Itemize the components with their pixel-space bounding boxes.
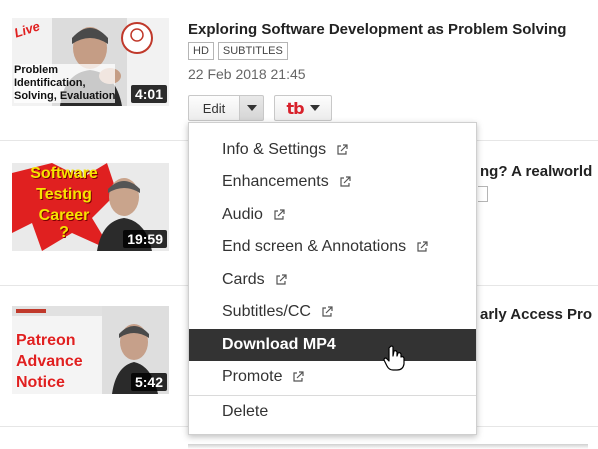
tubebuddy-button[interactable]: tb	[274, 95, 332, 121]
video-thumbnail-3[interactable]: Patreon Advance Notice 5:42	[12, 306, 169, 394]
duration-badge: 5:42	[130, 373, 167, 391]
menu-item-promote[interactable]: Promote	[189, 361, 476, 393]
video-thumbnail-1[interactable]: Live Problem Identification, Solving, Ev…	[12, 18, 169, 106]
duration-badge: 4:01	[130, 85, 167, 103]
menu-item-audio[interactable]: Audio	[189, 199, 476, 231]
subtitles-badge: SUBTITLES	[217, 42, 288, 60]
thumbnail-1-caption: Problem Identification, Solving, Evaluat…	[14, 64, 116, 103]
hd-badge: HD	[188, 42, 214, 60]
caption-line: Notice	[16, 374, 65, 391]
video-title-partial[interactable]: arly Access Pro	[480, 306, 592, 323]
external-link-icon	[276, 274, 287, 285]
menu-item-label: Audio	[222, 206, 263, 223]
thumbnail-3-caption: Patreon Advance Notice	[16, 330, 83, 393]
external-link-icon	[417, 241, 428, 252]
menu-item-info-settings[interactable]: Info & Settings	[189, 134, 476, 166]
caption-line: Advance	[16, 353, 83, 370]
chevron-down-icon	[309, 105, 320, 111]
edit-button[interactable]: Edit	[188, 95, 240, 121]
caption-line: Solving, Evaluation	[14, 90, 116, 102]
duration-badge: 19:59	[123, 230, 167, 248]
menu-item-cards[interactable]: Cards	[189, 264, 476, 296]
video-row-4-partial	[188, 444, 588, 449]
menu-item-label: Delete	[222, 403, 269, 420]
external-link-icon	[322, 306, 333, 317]
edit-dropdown-menu: Info & Settings Enhancements Audio End s…	[188, 122, 477, 435]
external-link-icon	[340, 176, 351, 187]
caption-line: Testing	[36, 186, 92, 203]
menu-item-label: Subtitles/CC	[222, 303, 311, 320]
caption-line: ?	[59, 224, 69, 241]
tubebuddy-logo-icon: tb	[286, 98, 304, 118]
edit-dropdown-button[interactable]	[240, 95, 264, 121]
hand-pointer-icon	[383, 345, 405, 371]
caption-line: Problem	[14, 64, 59, 76]
video-thumbnail-2[interactable]: Software Testing Career ? 19:59	[12, 163, 169, 251]
chevron-down-icon	[246, 105, 257, 111]
badge-fragment	[478, 186, 488, 202]
caption-line: Software	[30, 165, 98, 182]
menu-item-label: Cards	[222, 271, 265, 288]
video-date: 22 Feb 2018 21:45	[188, 66, 306, 82]
caption-line: Career	[38, 207, 90, 224]
external-link-icon	[337, 144, 348, 155]
video-title[interactable]: Exploring Software Development as Proble…	[188, 21, 566, 38]
menu-item-subtitles-cc[interactable]: Subtitles/CC	[189, 296, 476, 328]
menu-item-label: End screen & Annotations	[222, 238, 407, 255]
menu-item-delete[interactable]: Delete	[189, 396, 476, 428]
menu-item-label: Download MP4	[222, 336, 336, 353]
menu-item-label: Info & Settings	[222, 141, 327, 158]
edit-button-group: Edit tb	[188, 95, 332, 121]
video-row-1: Live Problem Identification, Solving, Ev…	[0, 0, 598, 140]
menu-item-label: Enhancements	[222, 173, 329, 190]
video-badges: HD SUBTITLES	[188, 42, 288, 60]
menu-item-end-screen-annotations[interactable]: End screen & Annotations	[189, 231, 476, 263]
menu-item-enhancements[interactable]: Enhancements	[189, 166, 476, 198]
external-link-icon	[293, 371, 305, 382]
menu-item-download-mp4[interactable]: Download MP4	[189, 329, 476, 361]
menu-item-label: Promote	[222, 368, 283, 385]
external-link-icon	[274, 209, 285, 220]
caption-line: Identification,	[14, 77, 86, 89]
thumbnail-2-caption: Software Testing Career ?	[14, 163, 114, 241]
caption-line: Patreon	[16, 332, 76, 349]
video-title-partial[interactable]: ng? A realworld	[480, 163, 592, 180]
